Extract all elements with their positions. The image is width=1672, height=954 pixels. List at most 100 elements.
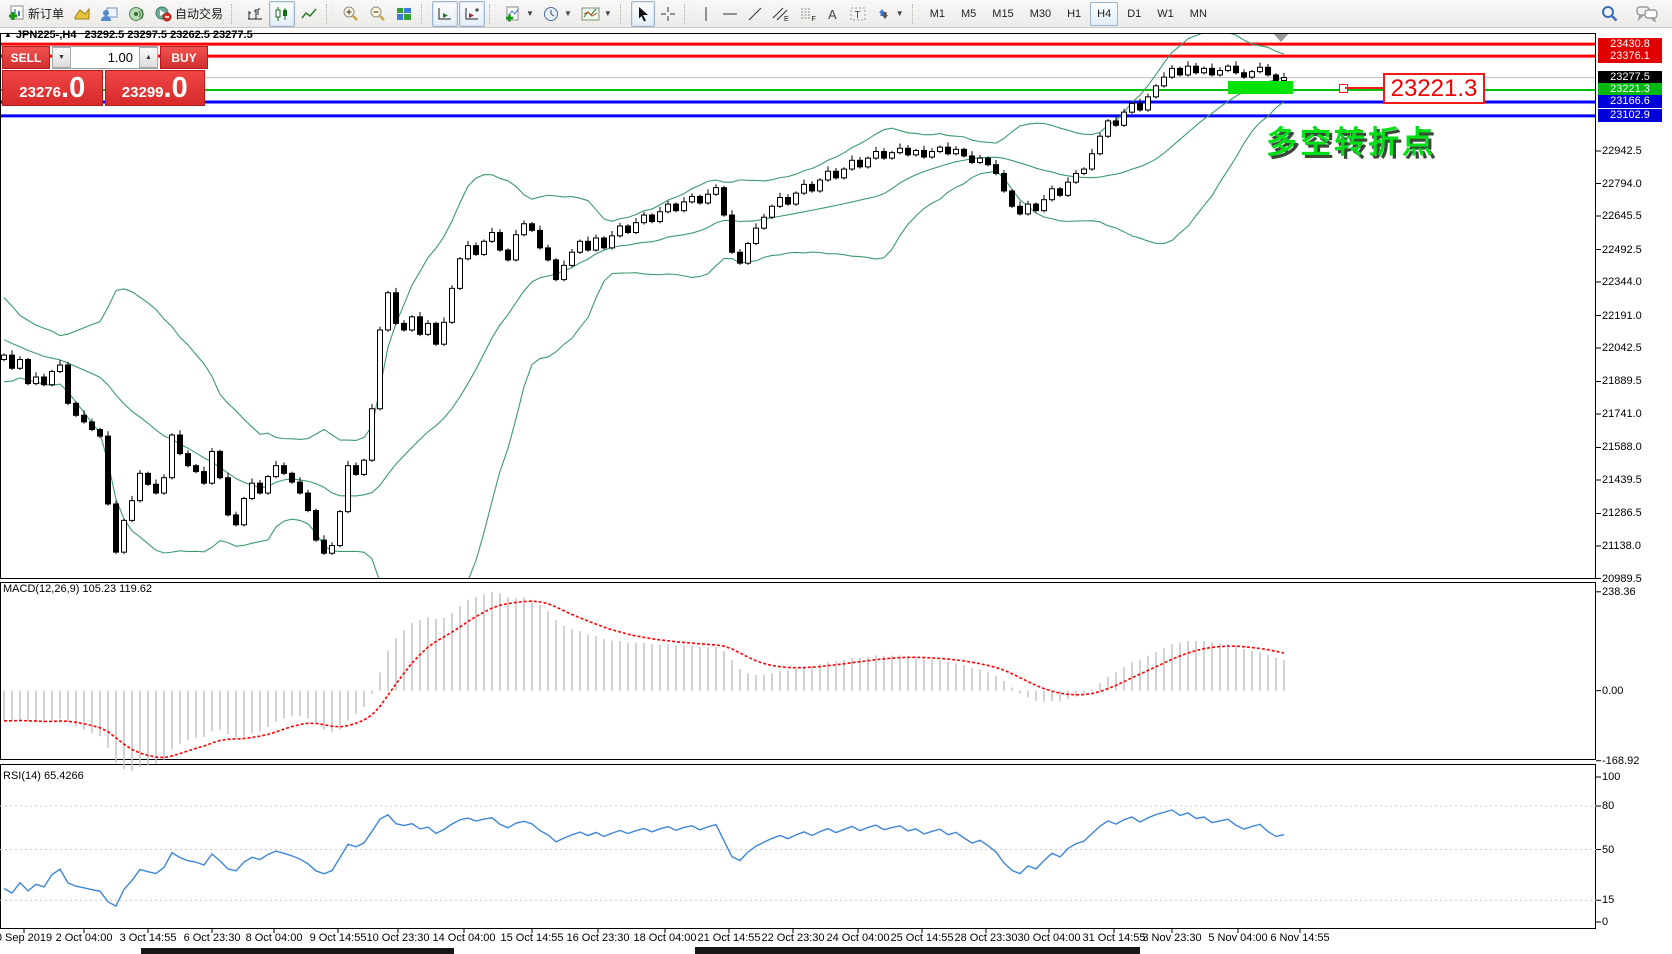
new-order-label: 新订单 <box>28 5 64 22</box>
text-button[interactable]: A <box>822 1 844 27</box>
market-watch-button[interactable] <box>96 1 122 27</box>
price-tick: 22344.0 <box>1602 276 1642 288</box>
time-label: 6 Nov 14:55 <box>1270 932 1329 944</box>
label-button[interactable]: T <box>845 1 871 27</box>
sell-price[interactable]: 23276.0 <box>2 70 103 106</box>
price-tick: 21741.0 <box>1602 408 1642 420</box>
template-button[interactable]: ▼ <box>577 1 616 27</box>
channel-button[interactable]: E <box>768 1 794 27</box>
timeframe-H4[interactable]: H4 <box>1090 2 1118 26</box>
buy-button[interactable]: BUY <box>160 46 208 69</box>
sell-button[interactable]: SELL <box>2 46 50 69</box>
periods-button[interactable]: ▼ <box>539 1 576 27</box>
price-tick: 22191.0 <box>1602 310 1642 322</box>
price-level-badge: 23102.9 <box>1598 109 1662 122</box>
auto-scroll-button[interactable] <box>432 1 458 27</box>
rsi-tick: 50 <box>1602 844 1614 856</box>
profiles-button[interactable] <box>69 1 95 27</box>
indicators-button[interactable]: ▼ <box>500 1 538 27</box>
market-watch-icon <box>100 6 118 22</box>
time-label: 22 Oct 23:30 <box>762 932 825 944</box>
indicators-icon <box>504 6 522 22</box>
toolbar-separator <box>231 4 238 24</box>
signal-button[interactable] <box>123 1 149 27</box>
rsi-tick: 100 <box>1602 771 1620 783</box>
time-label: 14 Oct 04:00 <box>433 932 496 944</box>
price-tick: 20989.5 <box>1602 573 1642 585</box>
chinese-annotation[interactable]: 多空转折点 <box>1266 117 1436 162</box>
autotrade-button[interactable]: 自动交易 <box>150 1 227 27</box>
crosshair-button[interactable] <box>656 1 680 27</box>
chat-button[interactable] <box>1632 1 1662 27</box>
timeframe-W1[interactable]: W1 <box>1150 2 1181 26</box>
callout-connector <box>1345 87 1383 89</box>
price-tick: 21138.0 <box>1602 540 1641 552</box>
time-label: 9 Oct 14:55 <box>310 932 367 944</box>
price-tick: 21889.5 <box>1602 375 1642 387</box>
macd-tick: -168.92 <box>1602 755 1639 767</box>
timeframe-M30[interactable]: M30 <box>1023 2 1058 26</box>
price-level-lines <box>0 44 1596 116</box>
timeframe-MN[interactable]: MN <box>1183 2 1214 26</box>
line-chart-button[interactable] <box>296 1 322 27</box>
time-label: 28 Oct 23:30 <box>955 932 1018 944</box>
green-rectangle-object[interactable] <box>1228 81 1293 94</box>
candlesticks <box>2 61 1287 555</box>
arrows-icon <box>876 6 892 22</box>
price-tick: 21286.5 <box>1602 507 1642 519</box>
bollinger-bands <box>4 31 1284 609</box>
price-tick: 22645.5 <box>1602 210 1642 222</box>
buy-price[interactable]: 23299.0 <box>105 70 206 106</box>
volume-down-button[interactable]: ▼ <box>52 47 71 68</box>
time-label: 24 Oct 04:00 <box>827 932 890 944</box>
ohlc-values: 23292.5 23297.5 23262.5 23277.5 <box>84 29 252 41</box>
volume-up-button[interactable]: ▲ <box>139 47 158 68</box>
search-button[interactable] <box>1596 1 1622 27</box>
time-label: 8 Oct 04:00 <box>246 932 303 944</box>
bar-chart-button[interactable] <box>242 1 268 27</box>
timeframe-M1[interactable]: M1 <box>923 2 952 26</box>
arrows-button[interactable]: ▼ <box>872 1 908 27</box>
price-tick: 22942.5 <box>1602 145 1642 157</box>
time-label: 5 Nov 04:00 <box>1208 932 1267 944</box>
volume-input[interactable] <box>71 47 139 68</box>
vertical-line-icon <box>699 6 713 22</box>
line-chart-icon <box>300 6 318 22</box>
price-callout[interactable]: 23221.3 <box>1383 73 1485 104</box>
horizontal-line-button[interactable] <box>718 1 742 27</box>
vertical-line-button[interactable] <box>695 1 717 27</box>
tile-windows-button[interactable] <box>391 1 417 27</box>
time-label: 3 Nov 23:30 <box>1142 932 1201 944</box>
candlestick-chart-icon <box>273 6 291 22</box>
timeframe-M5[interactable]: M5 <box>954 2 983 26</box>
zoom-out-button[interactable] <box>364 1 390 27</box>
text-icon: A <box>826 6 840 22</box>
rsi-tick: 15 <box>1602 894 1614 906</box>
zoom-out-icon <box>368 5 386 22</box>
macd-label: MACD(12,26,9) 105.23 119.62 <box>3 583 152 595</box>
gray-arrow-object[interactable] <box>1270 30 1292 42</box>
svg-text:E: E <box>784 16 789 22</box>
chat-icon <box>1636 5 1658 22</box>
timeframe-M15[interactable]: M15 <box>985 2 1020 26</box>
new-order-button[interactable]: 新订单 <box>4 1 68 27</box>
price-tick: 22042.5 <box>1602 342 1642 354</box>
new-order-icon <box>8 5 25 22</box>
chart-shift-button[interactable] <box>459 1 485 27</box>
timeframe-H1[interactable]: H1 <box>1060 2 1088 26</box>
candlestick-chart-button[interactable] <box>269 1 295 27</box>
price-level-badge: 23376.1 <box>1598 50 1662 63</box>
toolbar-separator <box>326 4 333 24</box>
toolbar-separator <box>489 4 496 24</box>
cursor-button[interactable] <box>631 1 655 27</box>
expand-icon[interactable]: ▲ <box>4 30 12 39</box>
price-level-badge: 23166.6 <box>1598 95 1662 108</box>
crosshair-icon <box>660 6 676 22</box>
fibonacci-button[interactable]: F <box>795 1 821 27</box>
svg-text:T: T <box>854 10 860 21</box>
dropdown-caret: ▼ <box>564 9 572 18</box>
timeframe-D1[interactable]: D1 <box>1120 2 1148 26</box>
price-tick: 21439.5 <box>1602 474 1642 486</box>
zoom-in-button[interactable] <box>337 1 363 27</box>
trendline-button[interactable] <box>743 1 767 27</box>
